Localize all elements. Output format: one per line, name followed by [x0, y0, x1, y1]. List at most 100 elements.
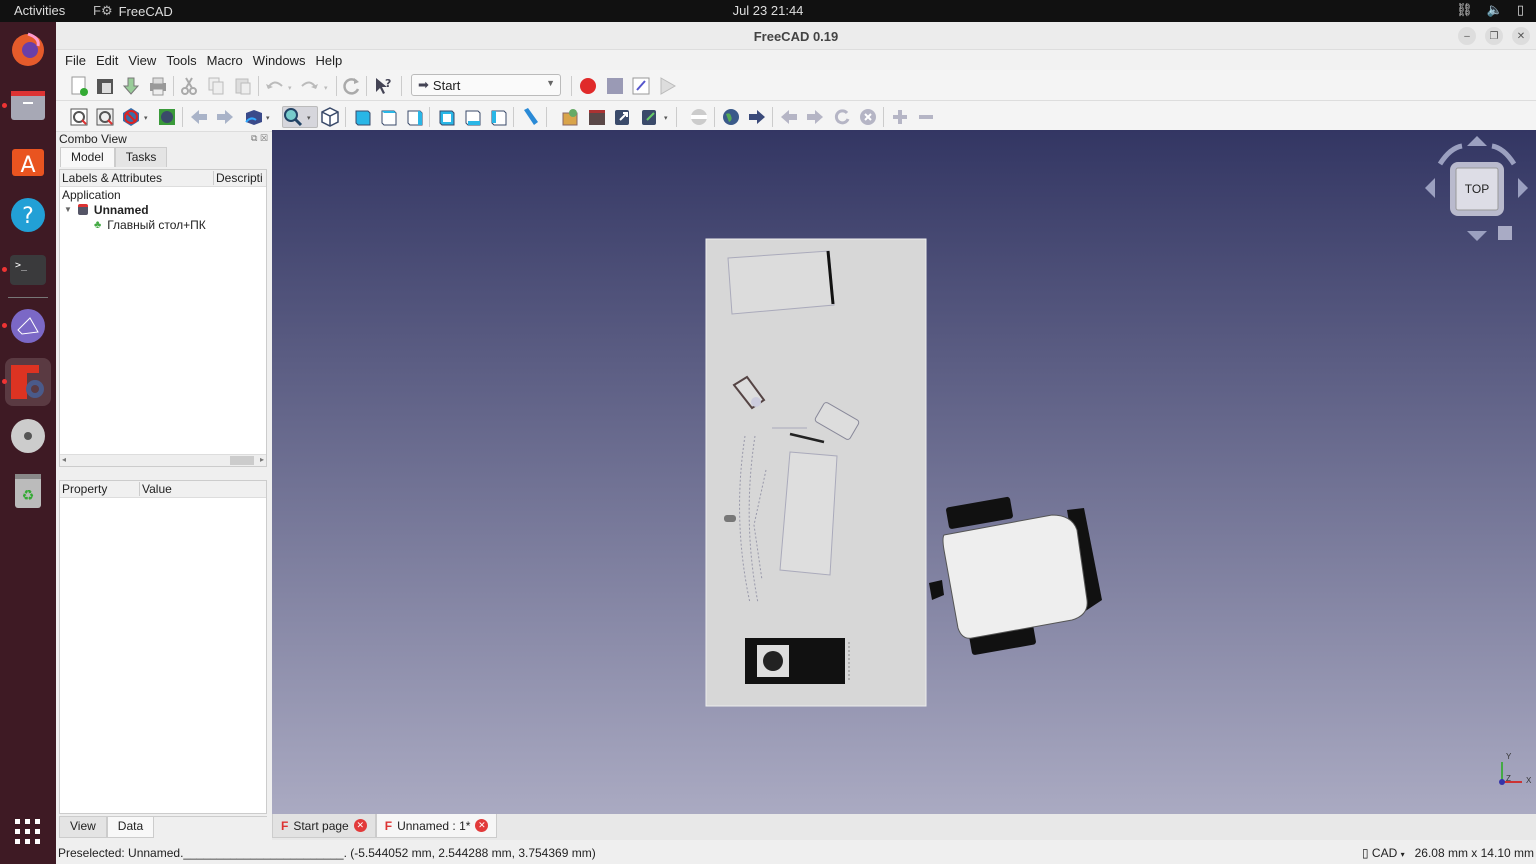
clock[interactable]: Jul 23 21:44 [0, 3, 1536, 18]
make-link-button[interactable] [612, 106, 634, 128]
dock-freecad[interactable] [5, 358, 51, 406]
record-macro-button[interactable] [577, 75, 599, 97]
close-tab-icon[interactable]: ✕ [475, 819, 489, 832]
cut-button[interactable] [178, 75, 200, 97]
undo-button[interactable]: ▾ [263, 75, 297, 97]
maximize-button[interactable]: ❐ [1485, 27, 1503, 45]
view-isometric-button[interactable] [319, 106, 341, 128]
tree-column-description[interactable]: Descripti [214, 171, 263, 185]
tree-item-document[interactable]: ▼ Unnamed [60, 202, 266, 217]
copy-button[interactable] [205, 75, 227, 97]
tab-tasks[interactable]: Tasks [114, 147, 168, 167]
nav-up-arrow[interactable] [1467, 136, 1487, 146]
edit-macro-button[interactable] [630, 75, 652, 97]
tree-item-object[interactable]: ♣ Главный стол+ПК [60, 217, 266, 232]
property-editor[interactable]: Property Value [59, 480, 267, 814]
web-back-button[interactable] [778, 106, 800, 128]
navcube-face-label[interactable]: TOP [1450, 162, 1504, 216]
mouse[interactable] [724, 515, 736, 522]
view-front-button[interactable] [351, 106, 373, 128]
system-tray[interactable]: ⛓ 🔈 ▯ [1456, 2, 1524, 18]
web-home-button[interactable] [720, 106, 742, 128]
stop-macro-button[interactable] [604, 75, 626, 97]
workbench-selector[interactable]: ➡ Start ▼ [411, 74, 561, 96]
view-top-button[interactable] [377, 106, 399, 128]
tree-column-labels[interactable]: Labels & Attributes [60, 171, 214, 185]
tab-model[interactable]: Model [60, 147, 115, 167]
navigation-style-selector[interactable]: ▯ CAD ▾ [1362, 846, 1405, 860]
tree-horizontal-scrollbar[interactable]: ◂ ▸ [60, 454, 266, 466]
paste-button[interactable] [232, 75, 254, 97]
doc-tab-start-page[interactable]: F Start page ✕ [272, 814, 376, 838]
nav-down-arrow[interactable] [1467, 231, 1487, 241]
whats-this-button[interactable]: ? [373, 75, 395, 97]
fit-all-button[interactable] [68, 106, 90, 128]
web-forward-button[interactable] [804, 106, 826, 128]
model-tree[interactable]: Labels & Attributes Descripti Applicatio… [59, 169, 267, 467]
refresh-button[interactable] [341, 75, 363, 97]
dock-disc[interactable] [6, 414, 50, 458]
view-right-button[interactable] [403, 106, 425, 128]
zoom-box-button[interactable]: ▾ [282, 106, 318, 128]
tab-view[interactable]: View [59, 817, 107, 838]
menu-view[interactable]: View [123, 53, 161, 68]
prop-column-value[interactable]: Value [140, 482, 172, 496]
redo-button[interactable]: ▾ [299, 75, 333, 97]
view-rear-button[interactable] [435, 106, 457, 128]
create-part-button[interactable] [559, 106, 581, 128]
nav-left-arrow[interactable] [1425, 178, 1435, 198]
tab-data[interactable]: Data [106, 817, 155, 838]
open-button[interactable] [94, 75, 116, 97]
measure-button[interactable] [519, 106, 541, 128]
zoom-in-button[interactable] [889, 106, 911, 128]
print-button[interactable] [147, 75, 169, 97]
close-button[interactable]: ✕ [1512, 27, 1530, 45]
view-forward-button[interactable] [214, 106, 236, 128]
web-refresh-button[interactable] [831, 106, 853, 128]
office-chair[interactable] [929, 496, 1102, 655]
view-back-button[interactable] [188, 106, 210, 128]
dock-help[interactable]: ? [6, 193, 50, 237]
view-left-button[interactable] [487, 106, 509, 128]
save-button[interactable] [120, 75, 142, 97]
create-group-button[interactable] [586, 106, 608, 128]
std-views-button[interactable]: ▾ [242, 106, 274, 128]
show-apps-button[interactable] [6, 810, 50, 854]
web-stop-button[interactable] [857, 106, 879, 128]
run-macro-button[interactable] [656, 75, 678, 97]
draw-style-button[interactable]: ▾ [120, 106, 152, 128]
zoom-out-button[interactable] [915, 106, 937, 128]
scrollbar-thumb[interactable] [230, 456, 254, 465]
link-actions-button[interactable]: ▾ [639, 106, 671, 128]
doc-tab-unnamed[interactable]: F Unnamed : 1* ✕ [375, 814, 498, 838]
close-panel-icon[interactable]: ☒ [260, 133, 268, 143]
menu-edit[interactable]: Edit [91, 53, 123, 68]
menu-windows[interactable]: Windows [248, 53, 311, 68]
keyboard[interactable] [779, 451, 838, 576]
app-menu[interactable]: F⚙ FreeCAD [93, 3, 173, 19]
bounding-box-button[interactable] [156, 106, 178, 128]
activities-button[interactable]: Activities [14, 3, 65, 18]
view-bottom-button[interactable] [461, 106, 483, 128]
float-panel-icon[interactable]: ⧉ [251, 133, 257, 143]
dock-trash[interactable]: ♻ [6, 468, 50, 512]
close-tab-icon[interactable]: ✕ [353, 819, 367, 832]
section-button[interactable] [688, 106, 710, 128]
menu-help[interactable]: Help [311, 53, 348, 68]
dock-firefox[interactable] [6, 28, 50, 72]
dock-network-app[interactable] [6, 304, 50, 348]
nav-right-arrow[interactable] [1518, 178, 1528, 198]
dock-terminal[interactable]: >_ [6, 248, 50, 292]
expand-arrow-icon[interactable]: ▼ [64, 205, 72, 214]
minimize-button[interactable]: – [1458, 27, 1476, 45]
dock-app-center[interactable]: A [6, 138, 50, 182]
nav-view-menu[interactable] [1498, 226, 1512, 240]
web-go-button[interactable] [746, 106, 768, 128]
navigation-cube[interactable]: TOP [1420, 136, 1530, 246]
dock-files[interactable] [6, 84, 50, 128]
new-button[interactable] [68, 75, 90, 97]
3d-viewport[interactable]: TOP Y X Z [272, 130, 1536, 814]
prop-column-property[interactable]: Property [60, 482, 140, 496]
menu-macro[interactable]: Macro [202, 53, 248, 68]
menu-tools[interactable]: Tools [161, 53, 201, 68]
